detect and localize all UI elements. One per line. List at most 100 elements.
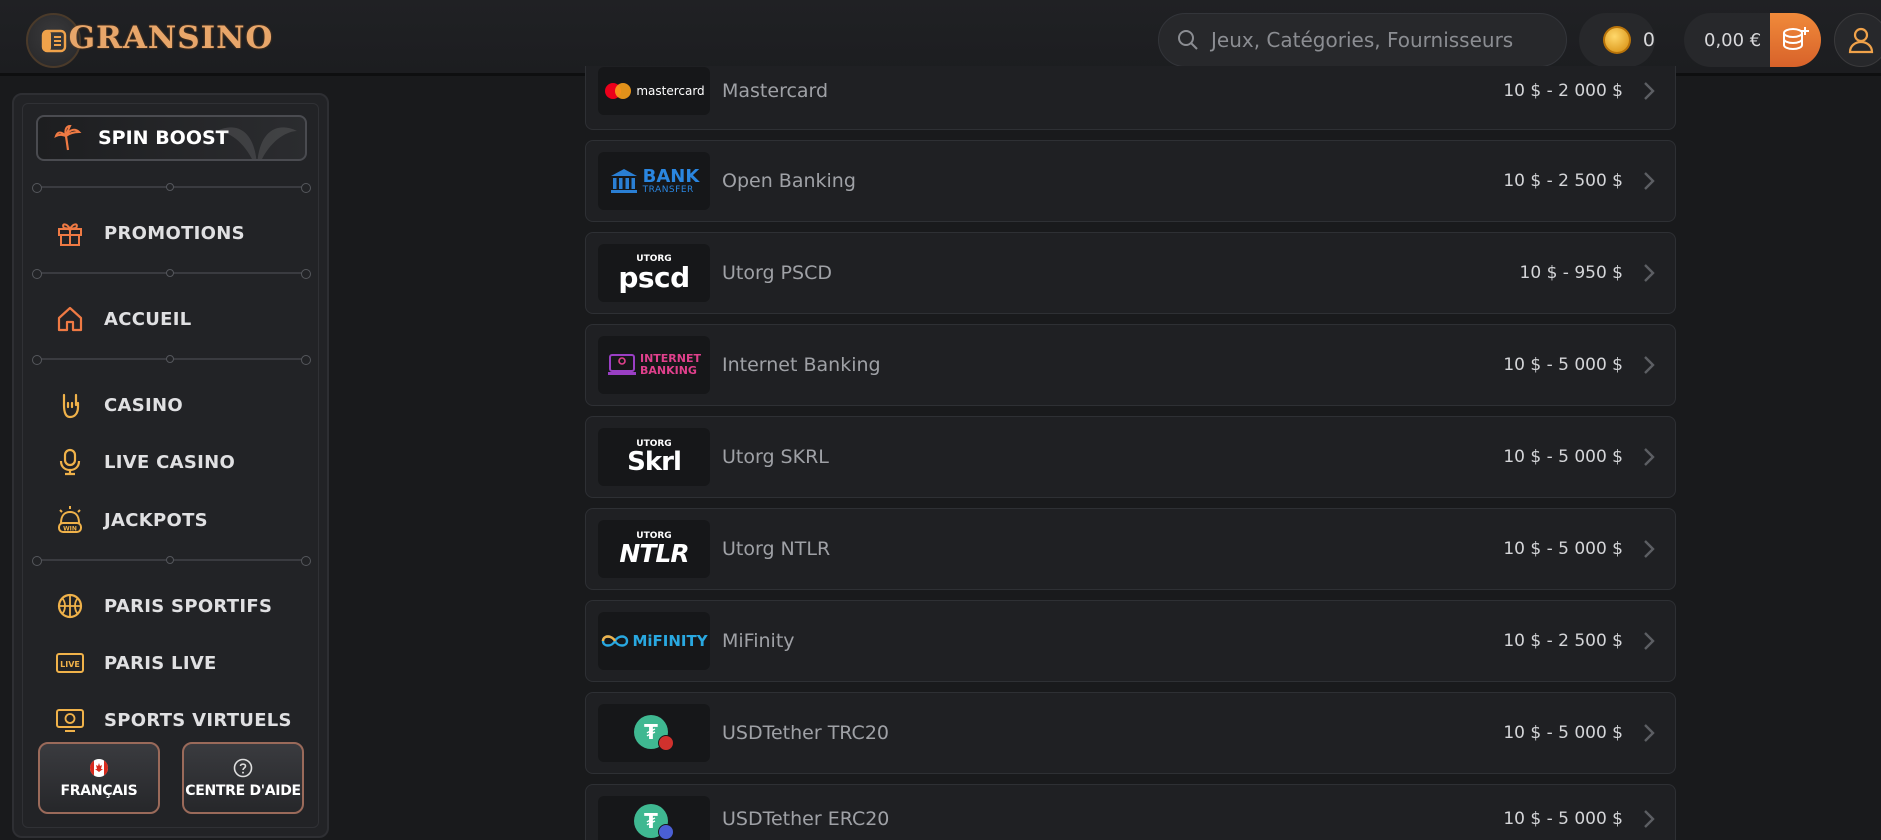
site-logo[interactable]: GRANSINO (69, 6, 273, 70)
method-name: USDTether ERC20 (722, 807, 890, 830)
svg-text:WIN: WIN (63, 526, 77, 533)
method-range: 10 $ - 5 000 $ (1503, 447, 1623, 467)
mastercard-logo-text: mastercard (636, 83, 705, 98)
chevron-right-icon (1643, 809, 1659, 829)
virtual-sports-label: SPORTS VIRTUELS (104, 709, 292, 731)
coins-balance[interactable]: 0 (1579, 13, 1655, 67)
sidebar-item-jackpots[interactable]: WIN JACKPOTS (54, 500, 208, 540)
ethereum-badge-icon (658, 824, 674, 840)
coins-stack-icon (1783, 27, 1810, 51)
chevron-right-icon (1643, 723, 1659, 743)
skrl-logo-text: Skrl (627, 446, 682, 477)
method-name: Utorg SKRL (722, 446, 829, 468)
language-button[interactable]: FRANÇAIS (38, 742, 160, 814)
jackpot-win-icon: WIN (54, 504, 86, 536)
search-icon (1178, 30, 1198, 50)
sidebar-item-spin-boost[interactable]: SPIN BOOST (36, 115, 307, 161)
live-bets-label: PARIS LIVE (104, 652, 217, 674)
user-icon (1848, 27, 1874, 54)
bank-transfer-logo: BANK TRANSFER (598, 152, 710, 210)
payment-method-row[interactable]: UTORG Skrl Utorg SKRL 10 $ - 5 000 $ (585, 416, 1676, 498)
payment-method-row[interactable]: ₮ USDTether ERC20 10 $ - 5 000 $ (585, 784, 1676, 840)
balance-value: 0,00 € (1704, 29, 1762, 51)
basketball-icon (54, 590, 86, 622)
home-label: ACCUEIL (104, 308, 192, 330)
chevron-right-icon (1643, 447, 1659, 467)
coins-value: 0 (1642, 29, 1655, 51)
sidebar-divider (32, 556, 311, 566)
jackpots-label: JACKPOTS (104, 509, 208, 531)
spin-boost-label: SPIN BOOST (98, 127, 229, 149)
method-name: Utorg PSCD (722, 262, 832, 284)
gift-icon (54, 217, 86, 249)
sidebar-divider (32, 269, 311, 279)
logo-text: GRANSINO (68, 20, 274, 56)
sidebar-item-promotions[interactable]: PROMOTIONS (54, 213, 245, 253)
rock-hand-icon (54, 389, 86, 421)
live-casino-label: LIVE CASINO (104, 451, 236, 473)
payment-method-row[interactable]: ₮ USDTether TRC20 10 $ - 5 000 $ (585, 692, 1676, 774)
sidebar: SPIN BOOST PROMOTIONS ACCUEIL CASINO LIV… (12, 93, 329, 838)
palm-leaf-decoration-icon (217, 127, 297, 159)
transfer-logo-text: TRANSFER (642, 184, 694, 195)
payment-method-row[interactable]: INTERNET BANKING Internet Banking 10 $ -… (585, 324, 1676, 406)
home-icon (54, 303, 86, 335)
wallet-balance[interactable]: 0,00 € (1684, 13, 1821, 67)
help-label: CENTRE D'AIDE (185, 782, 301, 799)
promotions-label: PROMOTIONS (104, 222, 245, 244)
palm-tree-icon (54, 124, 82, 151)
sidebar-icon (41, 29, 66, 52)
svg-text:LIVE: LIVE (60, 660, 80, 669)
payment-method-row[interactable]: UTORG pscd Utorg PSCD 10 $ - 950 $ (585, 232, 1676, 314)
tether-logo-text: ₮ (644, 809, 658, 833)
tether-logo-text: ₮ (644, 720, 658, 744)
sidebar-item-casino[interactable]: CASINO (54, 385, 183, 425)
payment-method-row[interactable]: BANK TRANSFER Open Banking 10 $ - 2 500 … (585, 140, 1676, 222)
chevron-right-icon (1643, 631, 1659, 651)
pscd-logo: UTORG pscd (598, 244, 710, 302)
pscd-logo-text: pscd (618, 260, 690, 294)
method-range: 10 $ - 950 $ (1519, 263, 1623, 283)
chevron-right-icon (1643, 539, 1659, 559)
tether-trc20-logo: ₮ (598, 704, 710, 762)
skrl-logo: UTORG Skrl (598, 428, 710, 486)
payment-method-row[interactable]: UTORG NTLR Utorg NTLR 10 $ - 5 000 $ (585, 508, 1676, 590)
ntlr-logo-text: NTLR (619, 539, 689, 568)
sidebar-item-live-bets[interactable]: LIVE PARIS LIVE (54, 643, 217, 683)
sidebar-item-home[interactable]: ACCUEIL (54, 299, 192, 339)
method-range: 10 $ - 5 000 $ (1503, 723, 1623, 743)
method-name: Utorg NTLR (722, 538, 831, 560)
method-name: Mastercard (722, 79, 829, 102)
sidebar-divider (32, 355, 311, 365)
coin-icon (1603, 26, 1631, 54)
chevron-right-icon (1643, 263, 1659, 283)
method-name: Internet Banking (722, 354, 881, 376)
canada-flag-icon (89, 758, 109, 777)
microphone-icon (54, 446, 86, 478)
language-label: FRANÇAIS (60, 782, 138, 799)
method-range: 10 $ - 2 000 $ (1503, 80, 1623, 101)
search-input[interactable]: Jeux, Catégories, Fournisseurs (1158, 13, 1567, 67)
sidebar-item-sports[interactable]: PARIS SPORTIFS (54, 586, 272, 626)
ntlr-logo: UTORG NTLR (598, 520, 710, 578)
user-profile-button[interactable] (1834, 13, 1881, 67)
method-range: 10 $ - 5 000 $ (1503, 808, 1623, 829)
monitor-ball-icon (54, 704, 86, 736)
sidebar-divider (32, 183, 311, 193)
method-range: 10 $ - 2 500 $ (1503, 171, 1623, 191)
payment-method-row[interactable]: MiFINITY MiFinity 10 $ - 2 500 $ (585, 600, 1676, 682)
deposit-button[interactable] (1769, 13, 1821, 67)
mastercard-logo: mastercard (598, 66, 710, 115)
internet-banking-logo: INTERNET BANKING (598, 336, 710, 394)
bank-logo-text: BANK (642, 165, 700, 187)
tether-erc20-logo: ₮ (598, 796, 710, 840)
method-name: USDTether TRC20 (722, 722, 890, 744)
payment-method-row[interactable]: mastercard Mastercard 10 $ - 2 000 $ (585, 66, 1676, 130)
casino-label: CASINO (104, 394, 183, 416)
sidebar-item-virtual-sports[interactable]: SPORTS VIRTUELS (54, 700, 292, 740)
sidebar-item-live-casino[interactable]: LIVE CASINO (54, 442, 235, 482)
mifinity-logo: MiFINITY (598, 612, 710, 670)
help-center-button[interactable]: CENTRE D'AIDE (182, 742, 304, 814)
banking-logo-text: BANKING (639, 364, 697, 377)
live-tv-icon: LIVE (54, 647, 86, 679)
